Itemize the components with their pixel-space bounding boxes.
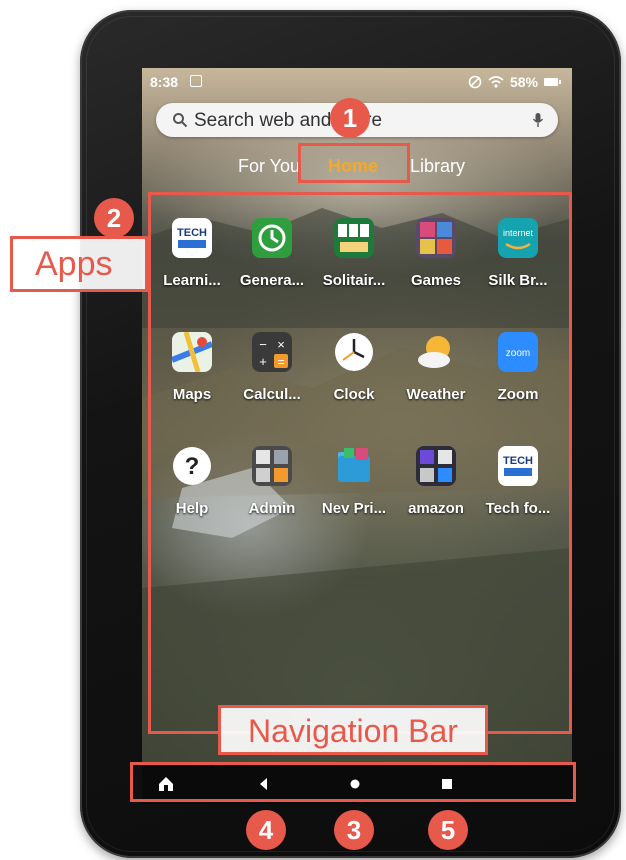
search-icon (173, 113, 188, 128)
do-not-disturb-icon (468, 75, 482, 89)
navigation-bar-label: Navigation Bar (218, 705, 488, 755)
home-tab-highlight (298, 143, 410, 183)
recents-button-number-badge: 5 (428, 810, 468, 850)
battery-percent: 58% (509, 74, 538, 90)
navigation-bar-highlight (130, 762, 576, 802)
apps-label: Apps (10, 236, 148, 292)
apps-highlight (148, 192, 572, 734)
back-button-number-badge: 4 (246, 810, 286, 850)
tab-library[interactable]: Library (410, 156, 465, 177)
wifi-icon (488, 76, 504, 88)
apps-number-badge: 2 (94, 198, 134, 238)
home-tab-number-badge: 1 (330, 98, 370, 138)
battery-icon (544, 78, 561, 86)
status-bar: 8:38 58% (142, 68, 572, 96)
home-button-number-badge: 3 (334, 810, 374, 850)
status-time: 8:38 (150, 74, 179, 90)
notification-icon (190, 75, 202, 87)
tab-for-you[interactable]: For You (238, 156, 300, 177)
microphone-icon[interactable] (532, 112, 544, 128)
status-right: 58% (468, 74, 561, 90)
